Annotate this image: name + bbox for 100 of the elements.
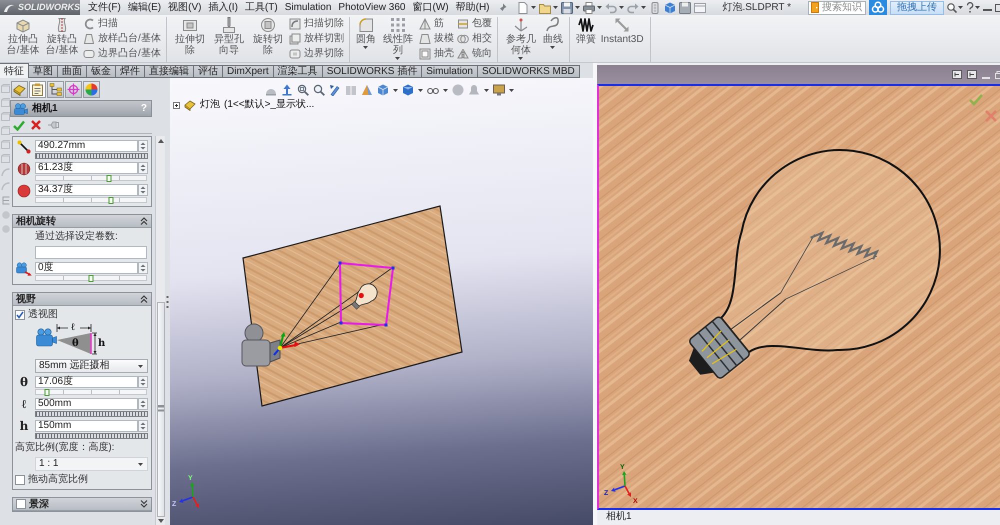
scroll-up-arrow-icon[interactable] (158, 139, 164, 143)
lens-dropdown[interactable]: 85mm 远距摄相 (35, 359, 148, 373)
spin-buttons-icon[interactable] (138, 262, 148, 274)
redo-button[interactable] (626, 1, 646, 14)
section-header[interactable]: 景深 (13, 498, 151, 511)
ribbon-button[interactable]: 曲线 (542, 17, 564, 62)
ribbon-button[interactable]: 线性阵列 (380, 17, 416, 62)
ribbon-button[interactable]: 扫描 (83, 17, 161, 30)
save-button[interactable] (560, 1, 580, 14)
tile-window-icon[interactable] (952, 70, 962, 79)
slider-thumb[interactable] (108, 197, 114, 204)
ribbon-button[interactable]: 拉伸切除 (172, 17, 208, 62)
spin-buttons-icon[interactable] (138, 376, 148, 388)
caret-icon[interactable] (509, 88, 514, 92)
ribbon-button[interactable]: 包覆 (456, 17, 492, 30)
caret-icon[interactable] (640, 6, 646, 9)
scrollbar[interactable] (155, 136, 165, 525)
ribbon-button[interactable]: 相交 (456, 32, 492, 45)
upload-button[interactable]: 拖拽上传 (890, 0, 944, 14)
panel-tab[interactable] (11, 81, 28, 98)
spin-buttons-icon[interactable] (138, 140, 148, 152)
ribbon-button[interactable]: 拉伸凸台/基体 (5, 17, 41, 62)
caret-icon[interactable] (574, 6, 580, 9)
tree-item-label[interactable]: 灯泡 (200, 99, 220, 111)
panel-tab[interactable] (47, 81, 64, 98)
ribbon-button[interactable]: 扫描切除 (288, 17, 344, 30)
scrollbar-thumb[interactable] (156, 302, 164, 517)
ribbon-button[interactable]: 放样凸台/基体 (83, 32, 161, 45)
monitor-icon[interactable] (493, 84, 505, 96)
spin-buttons-icon[interactable] (138, 162, 148, 174)
cube-icon[interactable] (377, 84, 389, 96)
caret-icon[interactable] (138, 462, 143, 466)
slider-track[interactable] (35, 197, 147, 203)
open-button[interactable] (538, 1, 558, 14)
menu-item[interactable]: 工具(T) (244, 1, 278, 14)
number-field[interactable]: 150mm (35, 420, 138, 432)
ribbon-button[interactable]: 旋转切除 (250, 17, 286, 62)
help-button[interactable] (966, 0, 980, 14)
menu-item[interactable]: 帮助(H) (456, 1, 490, 14)
ribbon-button[interactable]: 弹簧 (574, 17, 597, 62)
ribbon-button[interactable]: 筋 (418, 17, 454, 30)
caret-icon[interactable] (550, 46, 556, 49)
number-field[interactable]: 500mm (35, 398, 138, 410)
restore-icon[interactable] (995, 3, 1000, 12)
print-button[interactable] (582, 1, 602, 14)
number-field[interactable]: 34.37度 (35, 184, 138, 196)
expand-chevrons-icon[interactable] (140, 500, 148, 508)
number-field[interactable]: 490.27mm (35, 140, 138, 152)
tab[interactable]: 钣金 (87, 65, 116, 78)
ribbon-button[interactable]: 边界凸台/基体 (83, 47, 161, 60)
search-button[interactable] (947, 0, 963, 14)
ribbon-button[interactable]: 放样切割 (288, 32, 344, 45)
cross-icon[interactable] (31, 120, 41, 130)
thumbwheel[interactable] (35, 411, 148, 417)
checkbox[interactable] (16, 499, 26, 509)
ribbon-button[interactable]: 圆角 (354, 17, 377, 62)
section-header[interactable]: 相机旋转 (13, 215, 151, 228)
undo-button[interactable] (604, 1, 624, 14)
collapse-chevrons-icon[interactable] (140, 217, 148, 225)
checkbox-label[interactable]: 拖动高宽比例 (28, 474, 88, 486)
slider-track[interactable] (35, 175, 147, 181)
menu-item[interactable]: 插入(I) (208, 1, 238, 14)
collapse-chevrons-icon[interactable] (140, 295, 148, 303)
checkbox[interactable] (15, 475, 25, 485)
checkbox[interactable] (15, 310, 25, 320)
caret-icon[interactable] (443, 88, 448, 92)
spin-buttons-icon[interactable] (138, 398, 148, 410)
expand-icon[interactable] (173, 102, 180, 108)
new-file-button[interactable] (516, 1, 536, 14)
tab[interactable]: 特征 (0, 63, 29, 78)
ribbon-button[interactable]: 参考几何体 (502, 17, 539, 62)
number-field[interactable]: 17.06度 (35, 376, 138, 388)
cube-icon[interactable] (664, 2, 676, 14)
caret-icon[interactable] (530, 6, 536, 9)
slider-thumb[interactable] (106, 175, 112, 182)
arrow-up-icon[interactable] (281, 84, 293, 96)
search-icon[interactable] (947, 2, 957, 12)
tick-icon[interactable] (13, 120, 25, 130)
caret-icon[interactable] (395, 57, 400, 60)
tab[interactable]: 直接编辑 (145, 65, 194, 78)
thumbwheel[interactable] (35, 433, 148, 439)
tab[interactable]: 渲染工具 (274, 65, 323, 78)
tab[interactable]: 草图 (29, 65, 58, 78)
tab[interactable]: Simulation (422, 65, 478, 78)
help-icon[interactable] (966, 2, 974, 13)
ribbon-button[interactable]: 旋转凸台/基体 (44, 17, 80, 62)
tab[interactable]: 曲面 (58, 65, 87, 78)
ribbon-button[interactable]: 异型孔向导 (210, 17, 247, 62)
selection-field[interactable] (35, 246, 147, 259)
menu-item[interactable]: Simulation (284, 1, 332, 14)
panel-tab[interactable] (65, 81, 82, 98)
ribbon-button[interactable]: 镜向 (456, 47, 492, 60)
thumbwheel[interactable] (35, 153, 148, 159)
menu-item[interactable]: 文件(F) (88, 1, 121, 14)
caret-icon[interactable] (975, 6, 980, 9)
ribbon-button[interactable]: 抽壳 (418, 47, 454, 60)
number-field[interactable]: 0度 (35, 262, 138, 274)
pyramid-icon[interactable] (361, 84, 373, 96)
slider-track[interactable] (35, 275, 147, 281)
slider-thumb[interactable] (44, 389, 50, 396)
